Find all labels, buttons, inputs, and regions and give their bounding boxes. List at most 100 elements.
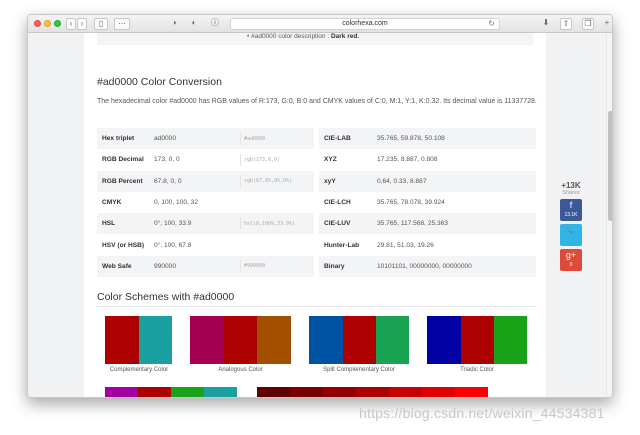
tabs-icon[interactable]: ❐: [582, 18, 594, 30]
table-row: RGB Decimal 173, 0, 0 rgb(173,0,0): [97, 149, 314, 170]
forward-icon[interactable]: ›: [77, 18, 87, 30]
facebook-share-button[interactable]: f 13.1K: [560, 199, 582, 221]
table-row: HSL 0°, 100, 33.9 hsl(0,100%,33.9%): [97, 213, 314, 235]
row-code[interactable]: hsl(0,100%,33.9%): [240, 217, 310, 230]
swatch[interactable]: [455, 387, 488, 397]
scheme-complementary[interactable]: [105, 316, 172, 364]
swatch[interactable]: [138, 387, 171, 397]
conversion-table-left: Hex triplet ad0000 #ad0000 RGB Decimal 1…: [97, 128, 314, 278]
facebook-count: 13.1K: [564, 212, 578, 218]
swatch[interactable]: [494, 316, 527, 364]
swatch[interactable]: [257, 387, 290, 397]
swatch[interactable]: [343, 316, 376, 364]
close-window-button[interactable]: [34, 20, 41, 27]
googleplus-count: 0: [569, 262, 573, 268]
row-label: Web Safe: [102, 262, 132, 270]
row-value: 990000: [154, 262, 177, 270]
scheme-label[interactable]: Triadic Color: [427, 367, 527, 373]
swatch[interactable]: [356, 387, 389, 397]
watermark: https://blog.csdn.net/weixin_44534381: [359, 405, 605, 421]
scheme-tetradic[interactable]: [105, 387, 237, 397]
row-label: CIE-LUV: [324, 220, 351, 228]
browser-window: ‹ › ▯ ⋯ ◑ ◐ ⓘ colorhexa.com ↻ ⬇ ⇧ ❐ + • …: [27, 14, 613, 398]
scheme-label[interactable]: Analogous Color: [190, 367, 291, 373]
browser-toolbar: ‹ › ▯ ⋯ ◑ ◐ ⓘ colorhexa.com ↻ ⬇ ⇧ ❐ +: [28, 15, 612, 33]
swatch[interactable]: [139, 316, 172, 364]
swatch[interactable]: [105, 316, 139, 364]
scheme-label[interactable]: Split Complementary Color: [304, 367, 414, 373]
top-sites-icon[interactable]: ⋯: [114, 18, 130, 30]
scrollbar-thumb[interactable]: [608, 111, 612, 221]
sidebar-icon[interactable]: ▯: [94, 18, 108, 30]
back-icon[interactable]: ‹: [66, 18, 76, 30]
swatch[interactable]: [422, 387, 455, 397]
swatch[interactable]: [461, 316, 494, 364]
color-description-strip: • #ad0000 color description : Dark red.: [97, 33, 533, 45]
row-label: Binary: [324, 262, 345, 270]
row-label: CMYK: [102, 199, 122, 207]
googleplus-share-button[interactable]: g+ 0: [560, 249, 582, 271]
description-label: #ad0000 color description :: [251, 33, 330, 40]
share-count: +13K: [561, 181, 581, 190]
table-row: RGB Percent 67.8, 0, 0 rgb(67.8%,0%,0%): [97, 170, 314, 192]
row-value: 29.81, 51.03, 19.26: [377, 241, 434, 249]
row-value: 173, 0, 0: [154, 156, 180, 164]
swatch[interactable]: [257, 316, 291, 364]
table-row: HSV (or HSB) 0°, 100, 67.8: [97, 234, 314, 255]
scrollbar[interactable]: [606, 33, 612, 397]
scheme-split-complementary[interactable]: [309, 316, 409, 364]
swatch[interactable]: [105, 387, 138, 397]
swatch[interactable]: [224, 316, 257, 364]
table-row: XYZ 17.235, 8.887, 0.808: [319, 149, 536, 170]
table-row: xyY 0.64, 0.33, 8.887: [319, 170, 536, 192]
minimize-window-button[interactable]: [44, 20, 51, 27]
row-label: RGB Decimal: [102, 156, 144, 164]
row-value: 17.235, 8.887, 0.808: [377, 156, 438, 164]
swatch[interactable]: [290, 387, 323, 397]
swatch[interactable]: [309, 316, 343, 364]
scheme-triadic[interactable]: [427, 316, 527, 364]
conversion-title: #ad0000 Color Conversion: [97, 76, 222, 88]
row-label: XYZ: [324, 156, 337, 164]
share-panel: +13K Shares f 13.1K 🐦 g+ 0: [558, 181, 584, 271]
swatch[interactable]: [204, 387, 237, 397]
row-value: 0, 100, 100, 32: [154, 199, 198, 207]
table-row: Web Safe 990000 #990000: [97, 255, 314, 278]
row-code[interactable]: #ad0000: [240, 132, 310, 145]
table-row: CMYK 0, 100, 100, 32: [97, 192, 314, 213]
row-code[interactable]: #990000: [240, 260, 310, 273]
row-label: HSL: [102, 220, 116, 228]
row-value: 35.765, 59.878, 50.108: [377, 135, 445, 143]
scheme-label[interactable]: Complementary Color: [98, 367, 180, 373]
swatch[interactable]: [427, 316, 461, 364]
twitter-icon: 🐦: [565, 225, 577, 235]
swatch[interactable]: [171, 387, 204, 397]
swatch[interactable]: [323, 387, 356, 397]
info-icon[interactable]: ⓘ: [209, 18, 221, 30]
row-label: xyY: [324, 177, 336, 185]
table-row: Binary 10101101, 00000000, 00000000: [319, 255, 536, 278]
table-row: CIE-LCH 35.765, 78.078, 39.924: [319, 192, 536, 213]
table-row: Hunter-Lab 29.81, 51.03, 19.26: [319, 234, 536, 255]
row-code[interactable]: rgb(67.8%,0%,0%): [240, 175, 310, 188]
reload-icon[interactable]: ↻: [488, 19, 495, 29]
row-label: CIE-LAB: [324, 135, 351, 143]
scheme-shades[interactable]: [257, 387, 488, 397]
swatch[interactable]: [190, 316, 224, 364]
extension-1-icon[interactable]: ◑: [168, 18, 180, 30]
swatch[interactable]: [376, 316, 409, 364]
row-value: 35.765, 117.568, 25.363: [377, 220, 449, 228]
row-code[interactable]: rgb(173,0,0): [240, 153, 310, 166]
new-tab-icon[interactable]: +: [602, 18, 612, 30]
row-label: RGB Percent: [102, 177, 143, 185]
address-bar[interactable]: colorhexa.com ↻: [230, 18, 500, 30]
conversion-table-right: CIE-LAB 35.765, 59.878, 50.108 XYZ 17.23…: [319, 128, 536, 278]
extension-2-icon[interactable]: ◐: [188, 18, 200, 30]
download-icon[interactable]: ⬇: [540, 18, 552, 30]
row-value: 0.64, 0.33, 8.887: [377, 177, 427, 185]
swatch[interactable]: [389, 387, 422, 397]
zoom-window-button[interactable]: [54, 20, 61, 27]
share-icon[interactable]: ⇧: [560, 18, 572, 30]
twitter-share-button[interactable]: 🐦: [560, 224, 582, 246]
scheme-analogous[interactable]: [190, 316, 291, 364]
